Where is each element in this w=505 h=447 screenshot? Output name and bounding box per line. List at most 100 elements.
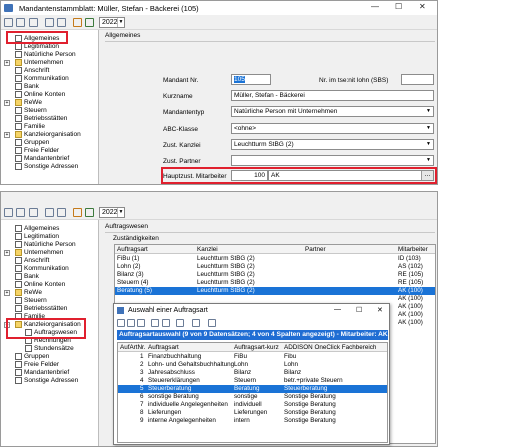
print-icon[interactable] (45, 18, 54, 27)
tree-item-gruppen[interactable]: Gruppen (15, 352, 49, 360)
layout-icon[interactable] (192, 319, 200, 327)
year-select[interactable]: 2022 ▼ (99, 207, 125, 218)
kurzname-field[interactable]: Müller, Stefan - Bäckerei (231, 90, 434, 101)
save-icon[interactable] (4, 208, 13, 217)
undo-icon[interactable] (73, 208, 82, 217)
tree-item-allgemeines[interactable]: Allgemeines (15, 224, 59, 232)
table-row[interactable]: Bilanz (3) Leuchtturm StBG (2) RE (105) (115, 271, 435, 279)
nr-im-lohn-field[interactable] (401, 74, 434, 85)
col-fachbereich[interactable]: ADDISON OneClick Fachbereich (284, 344, 376, 351)
tree-item-sonstige-adressen[interactable]: Sonstige Adressen (15, 162, 78, 170)
select-icon[interactable] (117, 319, 125, 327)
expand-icon[interactable]: + (4, 290, 10, 296)
tree-item-mandantenbrief[interactable]: Mandantenbrief (15, 368, 69, 376)
edit-icon[interactable] (85, 18, 94, 27)
tree-item-sonstige-adressen[interactable]: Sonstige Adressen (15, 376, 78, 384)
tree-item-bank[interactable]: Bank (15, 272, 39, 280)
copy-icon[interactable] (29, 208, 38, 217)
tree-item-legitimation[interactable]: Legitimation (15, 232, 59, 240)
preview-icon[interactable] (57, 208, 66, 217)
col-auftragsart[interactable]: Auftragsart (117, 246, 148, 253)
table-row[interactable]: FiBu (1) Leuchtturm StBG (2) ID (103) (115, 255, 435, 263)
table-row[interactable]: 2 Lohn- und Gehaltsbuchhaltung Lohn Lohn (118, 361, 387, 369)
table-row[interactable]: 9 interne Angelegenheiten intern Sonstig… (118, 417, 387, 425)
expand-icon[interactable]: + (4, 250, 10, 256)
tree-item-betriebsstaetten[interactable]: Betriebsstätten (15, 304, 67, 312)
mandant-nr-field[interactable]: 105 (231, 74, 271, 85)
abc-klasse-select[interactable]: <ohne> ▼ (231, 123, 434, 134)
tree-item-online-konten[interactable]: Online Konten (15, 90, 65, 98)
expand-icon[interactable]: + (4, 100, 10, 106)
tree-item-anschrift[interactable]: Anschrift (15, 256, 49, 264)
tree-item-anschrift[interactable]: Anschrift (15, 66, 49, 74)
table-row[interactable]: 1 Finanzbuchhaltung FiBu Fibu (118, 353, 387, 361)
tree-item-kanzleiorganisation[interactable]: Kanzleiorganisation (15, 130, 81, 138)
tree-item-rewe[interactable]: ReWe (15, 98, 42, 106)
close-icon[interactable]: ✕ (377, 306, 383, 314)
table-row-selected[interactable]: Beratung (5) Leuchtturm StBG (2) AK (100… (115, 287, 435, 295)
table-row[interactable]: Steuern (4) Leuchtturm StBG (2) RE (105) (115, 279, 435, 287)
tree-item-freie-felder[interactable]: Freie Felder (15, 146, 59, 154)
tree-item-freie-felder[interactable]: Freie Felder (15, 360, 59, 368)
minimize-icon[interactable]: — (334, 306, 341, 313)
save-icon[interactable] (4, 18, 13, 27)
mandantentyp-select[interactable]: Natürliche Person mit Unternehmen ▼ (231, 106, 434, 117)
tree-item-familie[interactable]: Familie (15, 122, 45, 130)
preview-icon[interactable] (57, 18, 66, 27)
year-select[interactable]: 2022 ▼ (99, 17, 125, 28)
table-row[interactable]: Lohn (2) Leuchtturm StBG (2) AS (102) (115, 263, 435, 271)
save-close-icon[interactable] (16, 208, 25, 217)
tree-item-rewe[interactable]: ReWe (15, 288, 42, 296)
maximize-icon[interactable]: ☐ (356, 306, 362, 314)
tree-item-gruppen[interactable]: Gruppen (15, 138, 49, 146)
tree-item-natuerliche-person[interactable]: Natürliche Person (15, 240, 76, 248)
tree-item-mandantenbrief[interactable]: Mandantenbrief (15, 154, 69, 162)
table-row[interactable]: AK (100) (115, 295, 435, 303)
col-partner[interactable]: Partner (305, 246, 326, 253)
settings-icon[interactable] (208, 319, 216, 327)
table-row[interactable]: 8 Lieferungen Lieferungen Sonstige Berat… (118, 409, 387, 417)
col-kanzlei[interactable]: Kanzlei (197, 246, 218, 253)
zust-kanzlei-select[interactable]: Leuchtturm StBG (2) ▼ (231, 139, 434, 150)
close-icon[interactable]: ✕ (419, 2, 426, 11)
maximize-icon[interactable]: ☐ (395, 2, 402, 11)
list-icon[interactable] (127, 319, 135, 327)
col-mitarbeiter[interactable]: Mitarbeiter (398, 246, 428, 253)
edit-icon[interactable] (85, 208, 94, 217)
cell: Lieferungen (148, 409, 182, 416)
page-icon (15, 122, 22, 130)
tree-item-steuern[interactable]: Steuern (15, 296, 47, 304)
tree-item-kommunikation[interactable]: Kommunikation (15, 264, 69, 272)
save-close-icon[interactable] (16, 18, 25, 27)
table-row[interactable]: 4 Steuererklärungen Steuern betr.+privat… (118, 377, 387, 385)
sort-icon[interactable] (162, 319, 170, 327)
col-auftragsart-kurz[interactable]: Auftragsart-kurz (234, 344, 279, 351)
expand-icon[interactable]: + (4, 132, 10, 138)
col-auftragsart[interactable]: Auftragsart (148, 344, 179, 351)
tree-item-bank[interactable]: Bank (15, 82, 39, 90)
tree-item-online-konten[interactable]: Online Konten (15, 280, 65, 288)
tree-item-natuerliche-person[interactable]: Natürliche Person (15, 50, 76, 58)
expand-icon[interactable]: + (4, 60, 10, 66)
minimize-icon[interactable]: — (371, 2, 379, 11)
copy-icon[interactable] (29, 18, 38, 27)
table-row[interactable]: 3 Jahresabschluss Bilanz Bilanz (118, 369, 387, 377)
zust-partner-select[interactable]: ▼ (231, 155, 434, 166)
tree-item-kommunikation[interactable]: Kommunikation (15, 74, 69, 82)
section-divider (105, 41, 435, 42)
binoculars-icon[interactable] (151, 319, 159, 327)
table-row-selected[interactable]: 5 Steuerberatung Beratung Steuerberatung (118, 385, 387, 393)
col-aufartnr[interactable]: AufArtNr. (120, 344, 146, 351)
tree-item-betriebsstaetten[interactable]: Betriebsstätten (15, 114, 67, 122)
tree-item-stundensaetze[interactable]: Stundensätze (25, 344, 74, 352)
table-row[interactable]: 6 sonstige Beratung sonstige Sonstige Be… (118, 393, 387, 401)
grid-icon[interactable] (137, 319, 145, 327)
tree-item-unternehmen[interactable]: Unternehmen (15, 58, 63, 66)
tree-item-steuern[interactable]: Steuern (15, 106, 47, 114)
columns-icon[interactable] (176, 319, 184, 327)
table-row[interactable]: 7 individuelle Angelegenheiten individue… (118, 401, 387, 409)
tree-item-unternehmen[interactable]: Unternehmen (15, 248, 63, 256)
undo-icon[interactable] (73, 18, 82, 27)
print-icon[interactable] (45, 208, 54, 217)
tree-label: Betriebsstätten (24, 114, 68, 122)
